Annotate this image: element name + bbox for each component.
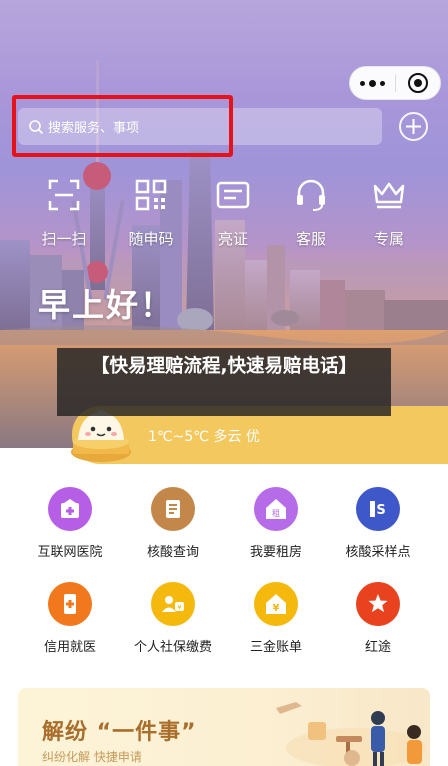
service-rent-house[interactable]: 租 我要租房 <box>226 487 326 560</box>
people-illustration-icon <box>276 702 426 766</box>
dispute-resolution-card[interactable]: 解纷 “一件事” 纠纷化解 快捷申请 <box>18 688 430 766</box>
quick-action-exclusive[interactable]: 专属 <box>349 172 429 249</box>
service-social-security-payment[interactable]: ¥ 个人社保缴费 <box>123 582 223 655</box>
svg-text:¥: ¥ <box>273 603 280 614</box>
service-label: 核酸查询 <box>146 545 199 560</box>
mini-program-capsule <box>349 66 441 100</box>
service-label: 红途 <box>364 640 391 655</box>
star-flag-icon <box>356 582 400 626</box>
document-icon <box>151 487 195 531</box>
svg-text:S: S <box>376 503 385 518</box>
quick-action-label: 客服 <box>295 230 326 248</box>
quick-action-label: 扫一扫 <box>41 230 87 248</box>
service-label: 三金账单 <box>249 640 302 655</box>
quick-action-label: 专属 <box>373 230 404 248</box>
service-label: 信用就医 <box>43 640 96 655</box>
quick-action-scan[interactable]: 扫一扫 <box>24 172 104 249</box>
id-card-icon <box>216 181 250 209</box>
add-button[interactable] <box>399 112 428 141</box>
service-internet-hospital[interactable]: 互联网医院 <box>20 487 120 560</box>
service-label: 我要租房 <box>249 545 302 560</box>
qr-code-icon <box>135 179 167 211</box>
quick-action-label: 随申码 <box>128 230 174 248</box>
service-red-route[interactable]: 红途 <box>328 582 428 655</box>
svg-text:¥: ¥ <box>177 604 182 612</box>
close-circle-icon <box>407 73 428 93</box>
more-menu-button[interactable] <box>350 66 395 100</box>
card-title: 解纷 “一件事” <box>42 720 197 745</box>
quick-actions-bar: 扫一扫 随申码 亮证 客服 专属 <box>0 172 448 252</box>
service-three-funds-bill[interactable]: ¥ 三金账单 <box>226 582 326 655</box>
crown-icon <box>373 182 405 209</box>
headset-icon <box>297 179 325 211</box>
service-label: 个人社保缴费 <box>133 640 212 655</box>
quick-action-show-certificate[interactable]: 亮证 <box>193 172 273 249</box>
house-icon: 租 <box>254 487 298 531</box>
card-subtitle: 纠纷化解 快捷申请 <box>42 750 142 764</box>
search-highlight-box <box>12 95 233 157</box>
quick-action-customer-service[interactable]: 客服 <box>271 172 351 249</box>
service-label: 互联网医院 <box>37 545 103 560</box>
plus-icon <box>406 119 421 134</box>
close-mini-program-button[interactable] <box>396 66 440 100</box>
service-label: 核酸采样点 <box>345 545 411 560</box>
quick-action-label: 亮证 <box>217 230 248 248</box>
article-title-banner: 【快易理赔流程,快速易赔电话】 <box>57 348 391 416</box>
service-credit-medical[interactable]: 信用就医 <box>20 582 120 655</box>
svg-text:租: 租 <box>272 509 280 518</box>
hospital-icon <box>48 487 92 531</box>
sampling-icon: S <box>356 487 400 531</box>
yen-house-icon: ¥ <box>254 582 298 626</box>
weather-text: 1℃~5℃ 多云 优 <box>148 429 260 445</box>
service-sampling-points[interactable]: S 核酸采样点 <box>328 487 428 560</box>
social-security-icon: ¥ <box>151 582 195 626</box>
phone-medical-icon <box>48 582 92 626</box>
quick-action-qr-code[interactable]: 随申码 <box>111 172 191 249</box>
greeting-text: 早上好！ <box>38 286 175 324</box>
scan-icon <box>48 179 80 211</box>
service-nucleic-acid-query[interactable]: 核酸查询 <box>123 487 223 560</box>
